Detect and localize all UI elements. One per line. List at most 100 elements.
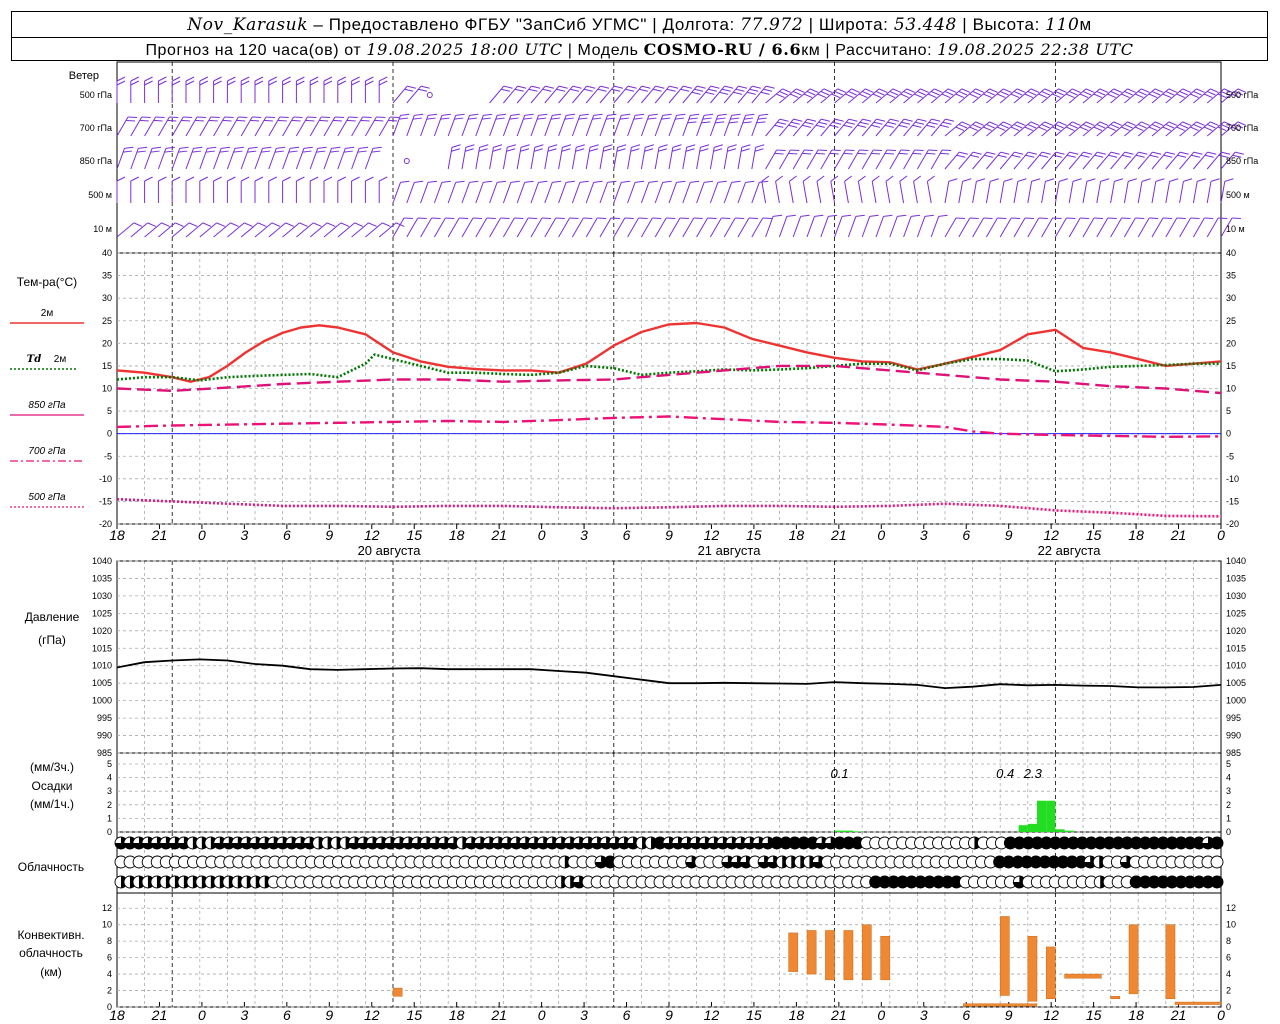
wind-barb-staff <box>503 85 518 104</box>
wind-barb-flag <box>1210 178 1220 182</box>
wind-barb-flag <box>704 180 714 183</box>
wind-barb-flag <box>538 113 548 116</box>
wind-barb-flag <box>479 144 489 148</box>
wind-barb-flag <box>254 76 264 82</box>
wind-barb-flag <box>754 148 764 152</box>
wind-barb-flag <box>321 116 331 118</box>
temp-tick-left: 15 <box>102 361 112 371</box>
wind-barb-flag <box>378 76 388 82</box>
wind-barb-flag <box>152 146 162 149</box>
wind-barb-staff <box>530 147 536 170</box>
wind-barb <box>792 88 819 104</box>
wind-barb-flag <box>199 76 209 82</box>
wind-barb-staff <box>999 151 1015 170</box>
wind-barb <box>171 76 181 103</box>
wind-barb <box>1151 121 1178 137</box>
wind-barb-flag <box>141 116 151 118</box>
wind-barb <box>917 88 943 104</box>
wind-barb <box>1165 178 1179 204</box>
wind-barb-staff <box>640 182 650 204</box>
wind-barb-staff <box>751 217 764 238</box>
hour-tick-label: 9 <box>325 527 333 543</box>
wind-barb-staff <box>930 118 946 137</box>
conv-bar <box>788 932 799 972</box>
precip-bar <box>1055 829 1065 832</box>
wind-barb-staff <box>392 217 405 238</box>
wind-barb-staff <box>640 217 653 238</box>
prec-tick-right: 5 <box>1226 759 1231 769</box>
hour-tick-label: 21 <box>830 527 847 543</box>
wind-barb-flag <box>602 148 612 152</box>
precip-unit-3h: (мм/3ч.) <box>30 760 74 774</box>
conv-label-2: облачность <box>19 946 83 960</box>
wind-barb-flag <box>828 214 838 217</box>
wind-barb-staff <box>779 118 794 137</box>
wind-barb-staff <box>447 147 453 170</box>
wind-barb-staff <box>682 217 695 238</box>
wind-level-left: 700 гПа <box>80 123 112 133</box>
wind-barb-staff <box>709 217 722 238</box>
wind-barb-staff <box>392 182 401 204</box>
wind-barb-staff <box>848 118 863 137</box>
wind-barb-flag <box>279 116 289 118</box>
wind-barb-flag <box>844 175 853 182</box>
wind-barb <box>861 88 888 104</box>
wind-barb-staff <box>268 116 281 137</box>
wind-barb-flag <box>897 214 907 217</box>
wind-barb-flag <box>1107 217 1117 219</box>
wind-barb-staff <box>806 149 819 170</box>
wind-barb-staff <box>392 85 408 104</box>
wind-barb <box>779 88 805 104</box>
wind-barb-flag <box>617 144 627 148</box>
wind-barb-flag <box>130 76 140 82</box>
wind-barb-flag <box>354 222 364 227</box>
wind-barb <box>530 144 544 170</box>
wind-barb-staff <box>240 116 253 137</box>
wind-barb <box>972 88 998 104</box>
date-label: 20 августа <box>358 543 422 558</box>
wind-barb-flag <box>735 217 745 219</box>
pres-tick-right: 1030 <box>1226 591 1246 601</box>
wind-barb <box>1110 178 1124 204</box>
wind-barb <box>1137 121 1164 137</box>
wind-barb-flag <box>1162 217 1172 219</box>
wind-barb-staff <box>613 217 626 238</box>
wind-barb-flag <box>210 116 220 118</box>
conv-tick-left: 2 <box>107 986 112 996</box>
wind-barb <box>130 176 140 203</box>
wind-barb <box>944 121 971 137</box>
wind-barb-flag <box>579 180 589 183</box>
wind-barb-flag <box>240 80 250 86</box>
wind-barb-flag <box>1149 217 1159 219</box>
wind-barb-staff <box>1123 217 1136 238</box>
wind-barb-staff <box>972 217 985 238</box>
wind-barb-flag <box>755 144 765 148</box>
wind-barb-staff <box>834 149 847 170</box>
wind-barb-flag <box>885 175 894 182</box>
wind-barb-staff <box>599 217 612 238</box>
wind-barb-staff <box>116 148 125 170</box>
pres-tick-right: 1020 <box>1226 626 1246 636</box>
prec-tick-left: 1 <box>107 813 112 823</box>
wind-barb <box>116 222 143 238</box>
wind-barb-staff <box>475 182 484 204</box>
wind-barb-flag <box>199 80 209 86</box>
wind-barb <box>323 76 333 103</box>
wind-barb <box>930 214 948 238</box>
wind-level-right: 700 гПа <box>1226 123 1258 133</box>
wind-barb-staff <box>999 217 1012 238</box>
wind-barb <box>282 176 291 203</box>
wind-barb-flag <box>562 144 572 148</box>
wind-barb-flag <box>497 180 507 183</box>
wind-barb-flag <box>927 175 935 182</box>
prec-tick-left: 4 <box>107 773 112 783</box>
hour-tick-label: 6 <box>623 1007 631 1023</box>
conv-bar <box>1174 1001 1222 1005</box>
wind-barb <box>544 144 558 170</box>
prec-tick-right: 3 <box>1226 786 1231 796</box>
wind-barb-flag <box>1197 178 1206 182</box>
wind-barb-staff <box>778 149 791 170</box>
wind-barb-flag <box>740 148 750 152</box>
wind-barb <box>213 222 239 238</box>
wind-barb-staff <box>1110 151 1126 170</box>
